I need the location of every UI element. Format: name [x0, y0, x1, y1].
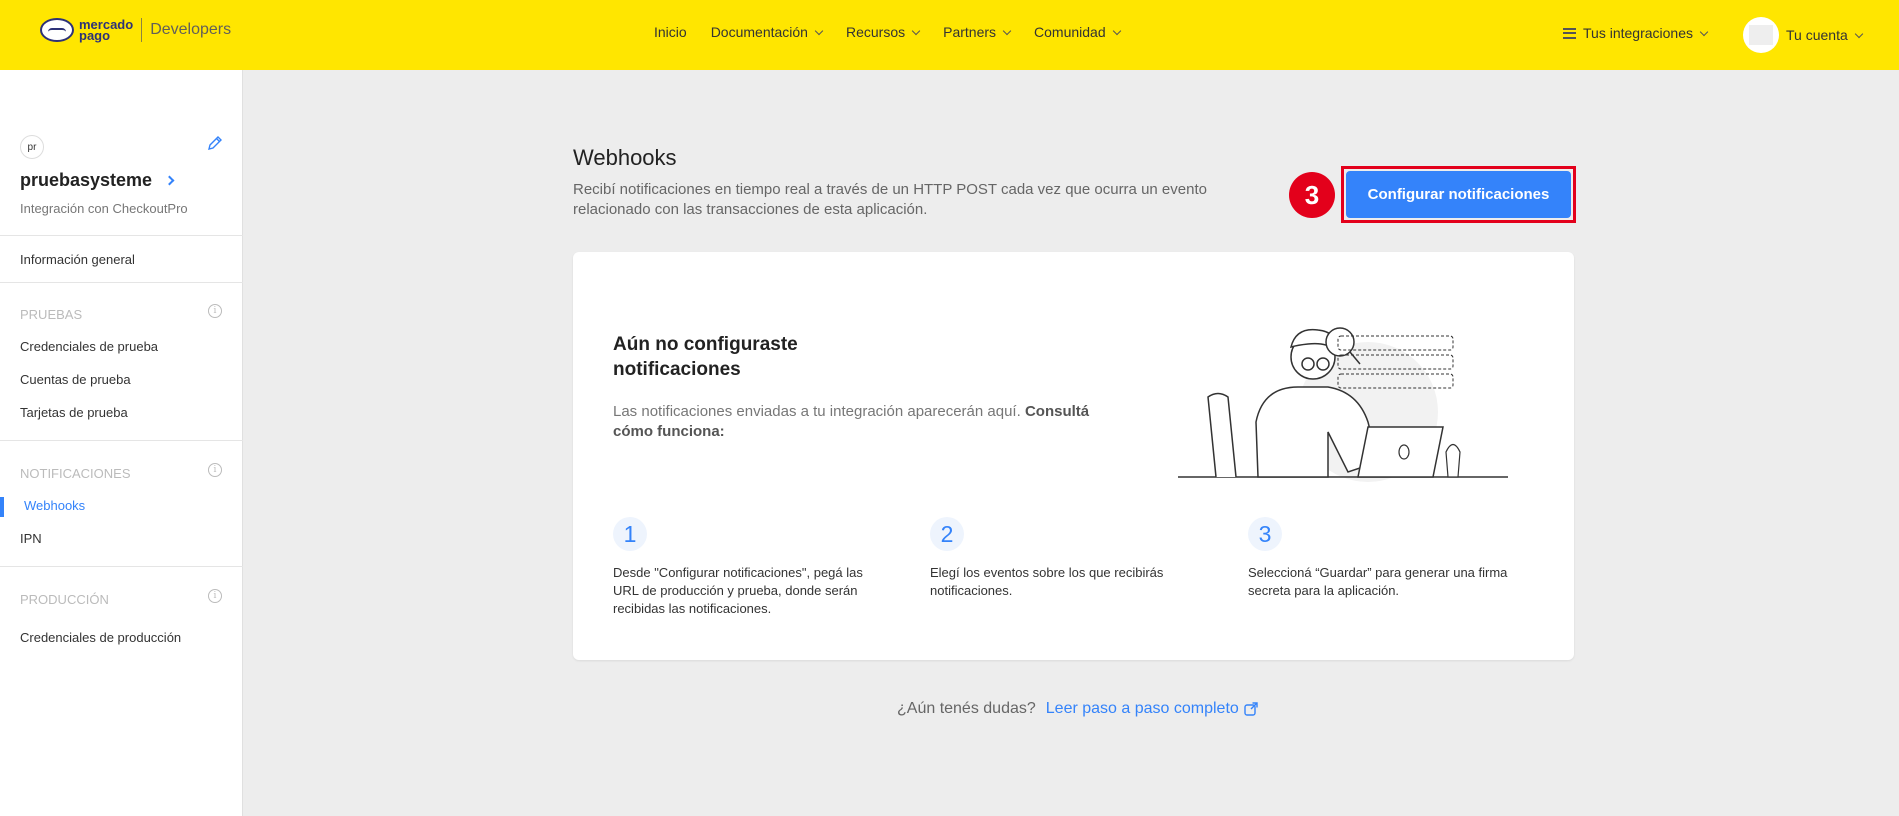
step-marker-badge: 3 — [1289, 172, 1335, 218]
chevron-down-icon — [1112, 26, 1121, 35]
top-header: mercado pago Developers Inicio Documenta… — [0, 0, 1899, 70]
sidebar: pr pruebasysteme Integración con Checkou… — [0, 70, 243, 816]
configure-notifications-button[interactable]: Configurar notificaciones — [1346, 171, 1571, 218]
person-at-laptop-illustration — [1178, 327, 1508, 482]
section-tests: PRUEBAS — [20, 307, 83, 322]
step-text: Desde "Configurar notificaciones", pegá … — [613, 565, 863, 616]
chevron-down-icon — [911, 26, 921, 35]
sidebar-item-general-info[interactable]: Información general — [20, 252, 135, 267]
sidebar-item-test-accounts[interactable]: Cuentas de prueba — [20, 372, 131, 387]
nav-documentacion[interactable]: Documentación — [710, 24, 824, 40]
empty-state-title: Aún no configuraste notificaciones — [613, 334, 798, 380]
logo-product: Developers — [150, 21, 232, 38]
divider — [0, 566, 243, 567]
account-label: Tu cuenta — [1786, 27, 1848, 43]
step-1: 1 Desde "Configurar notificaciones", peg… — [613, 517, 883, 618]
step-number: 1 — [613, 517, 647, 551]
step-2: 2 Elegí los eventos sobre los que recibi… — [930, 517, 1190, 600]
empty-desc-text: Las notificaciones enviadas a tu integra… — [613, 403, 1021, 420]
step-text: Elegí los eventos sobre los que recibirá… — [930, 565, 1164, 598]
page-description: Recibí notificaciones en tiempo real a t… — [573, 181, 1207, 218]
chevron-down-icon — [1854, 29, 1863, 38]
logo-divider — [141, 18, 143, 42]
sidebar-item-test-credentials[interactable]: Credenciales de prueba — [20, 339, 158, 354]
nav-label: Comunidad — [1034, 24, 1106, 40]
sidebar-item-ipn[interactable]: IPN — [20, 531, 42, 546]
sidebar-item-webhooks[interactable]: Webhooks — [24, 498, 85, 513]
sidebar-item-production-credentials[interactable]: Credenciales de producción — [20, 630, 181, 645]
empty-state-card: Aún no configuraste notificaciones Las n… — [573, 252, 1574, 660]
help-footer: ¿Aún tenés dudas? Leer paso a paso compl… — [897, 700, 1259, 718]
section-production: PRODUCCIÓN — [20, 592, 109, 607]
nav-partners[interactable]: Partners — [943, 24, 1012, 40]
nav-label: Documentación — [710, 24, 808, 40]
nav-label: Partners — [943, 24, 997, 40]
app-avatar: pr — [20, 135, 44, 159]
nav-inicio[interactable]: Inicio — [654, 24, 687, 40]
nav-label: Inicio — [654, 24, 687, 40]
step-number: 3 — [1248, 517, 1282, 551]
integrations-label: Tus integraciones — [1583, 25, 1693, 41]
sidebar-item-test-cards[interactable]: Tarjetas de prueba — [20, 405, 128, 420]
nav-comunidad[interactable]: Comunidad — [1034, 24, 1121, 40]
account-menu[interactable]: Tu cuenta — [1743, 17, 1863, 53]
pencil-icon[interactable] — [207, 135, 223, 151]
divider — [0, 235, 243, 236]
chevron-down-icon — [814, 26, 824, 35]
handshake-icon — [40, 18, 74, 42]
mercadopago-logo[interactable]: mercado pago Developers — [40, 18, 231, 42]
read-guide-link[interactable]: Leer paso a paso completo — [1046, 700, 1259, 718]
active-indicator — [0, 497, 4, 517]
chevron-down-icon — [1699, 27, 1709, 36]
integrations-menu[interactable]: Tus integraciones — [1563, 25, 1709, 41]
divider — [0, 282, 243, 283]
info-icon[interactable]: i — [208, 463, 222, 477]
main-nav: Inicio Documentación Recursos Partners C… — [654, 24, 1144, 40]
chevron-down-icon — [1002, 26, 1012, 35]
external-link-icon — [1244, 702, 1258, 716]
app-subtitle: Integración con CheckoutPro — [20, 201, 188, 216]
chevron-right-icon — [164, 175, 175, 186]
nav-recursos[interactable]: Recursos — [845, 24, 921, 40]
step-text: Seleccioná “Guardar” para generar una fi… — [1248, 565, 1508, 598]
divider — [0, 440, 243, 441]
step-number: 2 — [930, 517, 964, 551]
list-icon — [1563, 27, 1576, 39]
logo-wordmark: mercado pago — [79, 18, 133, 42]
section-notifications: NOTIFICACIONES — [20, 466, 131, 481]
help-question: ¿Aún tenés dudas? — [897, 700, 1036, 717]
avatar — [1743, 17, 1779, 53]
empty-state-description: Las notificaciones enviadas a tu integra… — [613, 402, 1133, 442]
app-name: pruebasysteme — [20, 170, 153, 190]
page-title: Webhooks — [573, 145, 677, 170]
read-guide-label: Leer paso a paso completo — [1045, 700, 1239, 717]
app-name-link[interactable]: pruebasysteme — [20, 170, 175, 191]
info-icon[interactable]: i — [208, 589, 222, 603]
info-icon[interactable]: i — [208, 304, 222, 318]
nav-label: Recursos — [845, 24, 906, 40]
step-3: 3 Seleccioná “Guardar” para generar una … — [1248, 517, 1548, 600]
